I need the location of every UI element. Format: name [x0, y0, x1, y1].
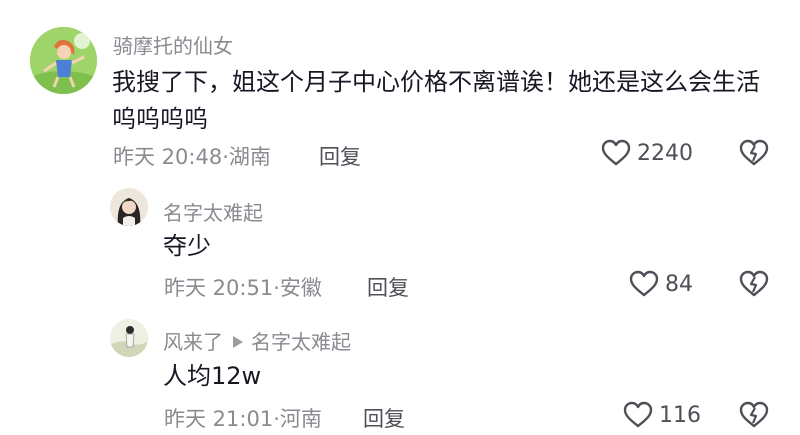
- like-button[interactable]: 2240: [601, 139, 693, 167]
- reply-author-line: 风来了 名字太难起: [163, 326, 351, 355]
- comment-text: 我搜了下，姐这个月子中心价格不离谱诶！她还是这么会生活呜呜呜呜: [112, 68, 760, 133]
- reply-button[interactable]: 回复: [363, 403, 405, 433]
- author-avatar[interactable]: [30, 27, 97, 94]
- broken-heart-icon: [739, 270, 769, 297]
- dislike-button[interactable]: [739, 270, 769, 298]
- reply-text: 人均12w: [163, 362, 262, 390]
- comment-timestamp-location: 昨天 20:48·湖南: [113, 145, 271, 169]
- like-count: 116: [659, 402, 701, 428]
- reply-button[interactable]: 回复: [319, 141, 361, 171]
- dislike-button[interactable]: [739, 139, 769, 167]
- reply-author[interactable]: 名字太难起: [163, 197, 263, 226]
- reply-author-avatar[interactable]: [110, 188, 148, 226]
- cartoon-girl-avatar-icon: [30, 27, 97, 94]
- reply-timestamp-location: 昨天 20:51·安徽: [164, 276, 322, 300]
- girl-portrait-avatar-icon: [110, 188, 148, 226]
- triangle-right-icon: [233, 335, 243, 348]
- like-button[interactable]: 84: [629, 270, 693, 298]
- reply-to-user[interactable]: 名字太难起: [251, 330, 351, 354]
- dislike-button[interactable]: [739, 401, 769, 429]
- like-count: 84: [665, 271, 693, 297]
- reply-author-avatar[interactable]: [110, 319, 148, 357]
- like-button[interactable]: 116: [623, 401, 701, 429]
- reply-author[interactable]: 风来了: [163, 330, 223, 354]
- person-figure-avatar-icon: [110, 319, 148, 357]
- reply-button[interactable]: 回复: [367, 272, 409, 302]
- broken-heart-icon: [739, 139, 769, 166]
- broken-heart-icon: [739, 401, 769, 428]
- reply-timestamp-location: 昨天 21:01·河南: [164, 407, 322, 431]
- comment-author[interactable]: 骑摩托的仙女: [113, 30, 233, 59]
- reply-text: 夺少: [163, 232, 211, 260]
- heart-outline-icon: [629, 270, 659, 297]
- like-count: 2240: [637, 140, 693, 166]
- heart-outline-icon: [623, 401, 653, 428]
- heart-outline-icon: [601, 139, 631, 166]
